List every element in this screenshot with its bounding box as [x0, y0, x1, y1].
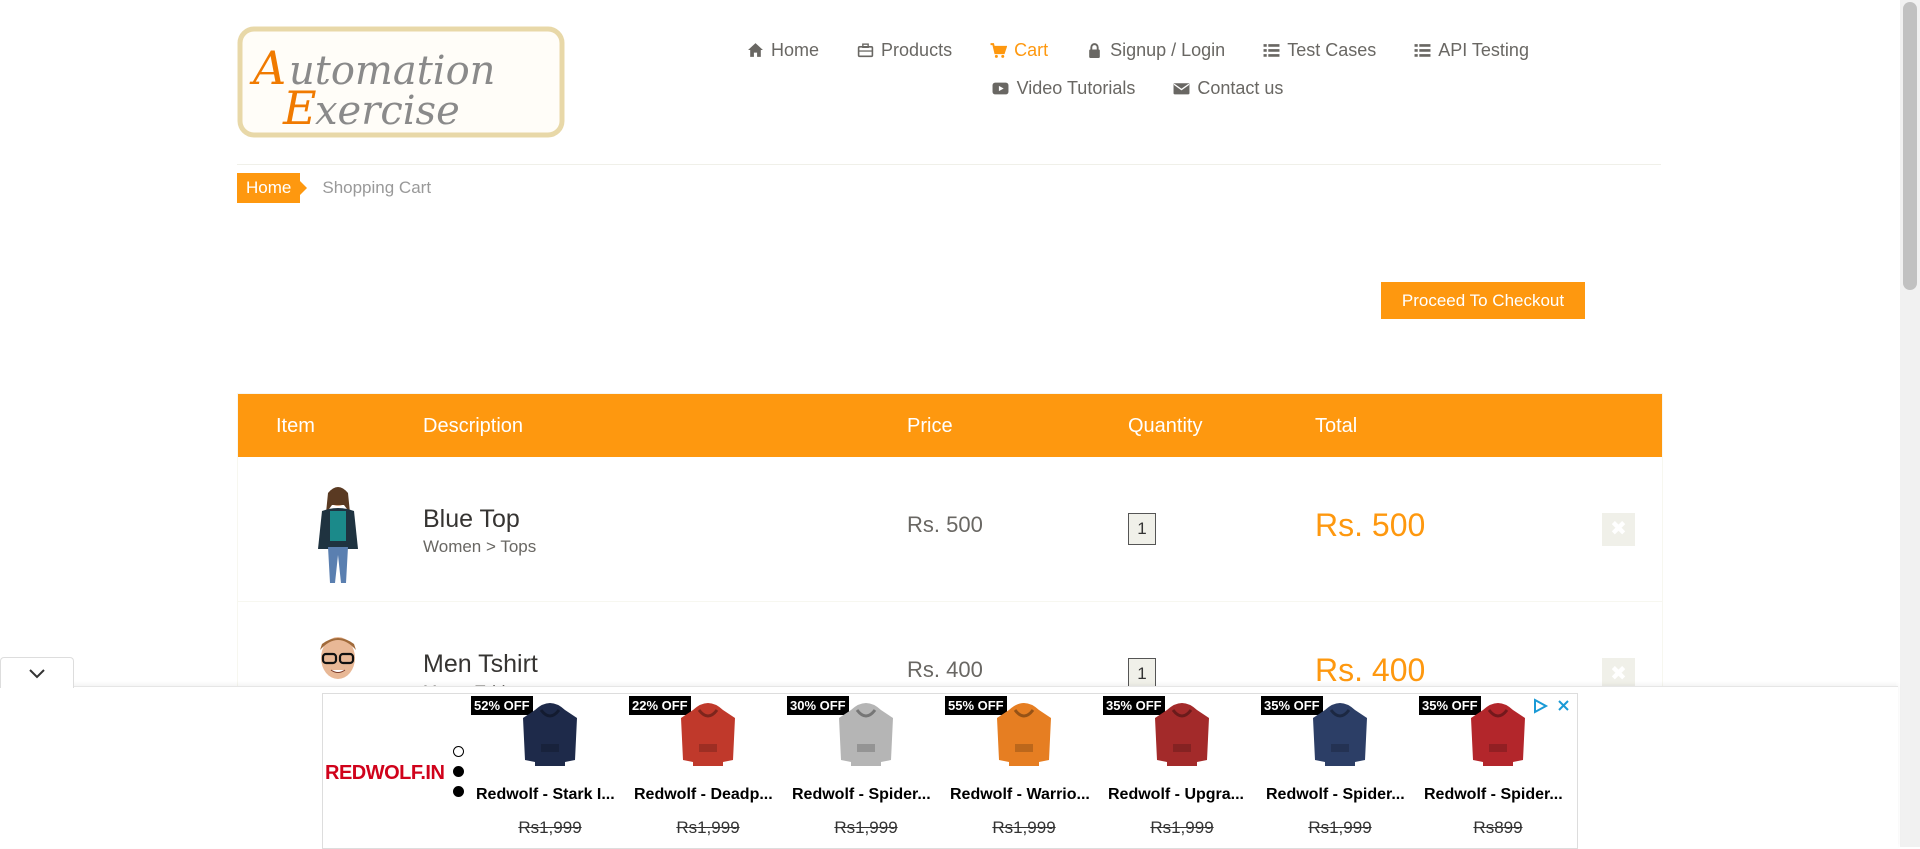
nav-home[interactable]: Home	[745, 38, 819, 62]
header-item: Item	[276, 415, 315, 437]
svg-text:E: E	[282, 81, 317, 135]
product-price: Rs. 400	[907, 657, 983, 682]
ad-product-price: Rs1,999	[1150, 818, 1214, 837]
nav-test-cases-label: Test Cases	[1287, 39, 1377, 60]
ad-product-price: Rs1,999	[676, 818, 740, 837]
ad-product-card[interactable]: 52% OFF Redwolf - Stark I... Rs1,999	[471, 694, 629, 848]
ad-product-card[interactable]: 55% OFF Redwolf - Warrio... Rs1,999	[945, 694, 1103, 848]
breadcrumb: Home Shopping Cart	[237, 173, 431, 203]
ad-carousel-dots	[453, 746, 465, 806]
carousel-dot[interactable]	[453, 766, 464, 777]
ad-product-card[interactable]: 35% OFF Redwolf - Upgra... Rs1,999	[1103, 694, 1261, 848]
ad-product-card[interactable]: 22% OFF Redwolf - Deadp... Rs1,999	[629, 694, 787, 848]
product-thumbnail	[1313, 703, 1367, 766]
ad-product-card[interactable]: 30% OFF Redwolf - Spider... Rs1,999	[787, 694, 945, 848]
header-price: Price	[907, 415, 953, 437]
product-name[interactable]: Men Tshirt	[423, 650, 538, 679]
nav-test-cases[interactable]: Test Cases	[1261, 38, 1376, 62]
carousel-dot[interactable]	[453, 786, 464, 797]
nav-home-label: Home	[771, 39, 820, 60]
close-icon: ✖	[1610, 518, 1627, 540]
briefcase-icon	[855, 42, 875, 58]
product-thumbnail	[1471, 703, 1525, 766]
home-icon	[745, 42, 765, 58]
adchoices-icon	[1534, 698, 1549, 714]
nav-cart[interactable]: Cart	[988, 38, 1048, 62]
delete-item-button[interactable]: ✖	[1602, 513, 1635, 546]
ad-product-title[interactable]: Redwolf - Warrio...	[950, 786, 1100, 804]
breadcrumb-current: Shopping Cart	[322, 178, 432, 197]
header-quantity: Quantity	[1128, 415, 1203, 437]
header-description: Description	[423, 415, 524, 437]
nav-contact-us[interactable]: Contact us	[1171, 76, 1283, 100]
breadcrumb-home[interactable]: Home	[237, 173, 308, 203]
product-thumbnail	[523, 703, 577, 766]
scrollbar-thumb[interactable]	[1903, 2, 1917, 290]
ad-product-card[interactable]: 35% OFF Redwolf - Spider... Rs899	[1419, 694, 1577, 848]
product-name[interactable]: Blue Top	[423, 505, 520, 534]
advertisement[interactable]: REDWOLF.IN 52% OFF Redwolf - Stark I... Rs…	[322, 693, 1578, 849]
header-total: Total	[1315, 415, 1358, 437]
ad-product-title[interactable]: Redwolf - Spider...	[792, 786, 942, 804]
svg-text:A: A	[249, 41, 286, 95]
nav-signup-label: Signup / Login	[1110, 39, 1226, 60]
lock-icon	[1084, 42, 1104, 58]
nav-api-testing-label: API Testing	[1438, 39, 1529, 60]
ad-products: 52% OFF Redwolf - Stark I... Rs1,999 22% OF…	[471, 694, 1577, 848]
ad-brand-logo[interactable]: REDWOLF.IN	[325, 762, 445, 785]
product-thumbnail	[1155, 703, 1209, 766]
ad-product-title[interactable]: Redwolf - Upgra...	[1108, 786, 1258, 804]
table-row: Blue Top Women > Tops Rs. 500 1 Rs. 500 …	[238, 457, 1662, 602]
cart-icon	[988, 42, 1008, 58]
product-total: Rs. 500	[1315, 507, 1426, 543]
ad-product-price: Rs1,999	[834, 818, 898, 837]
nav-video-label: Video Tutorials	[1016, 77, 1136, 98]
envelope-icon	[1171, 80, 1191, 96]
ad-product-price: Rs899	[1473, 818, 1523, 837]
close-icon: ✖	[1610, 663, 1627, 685]
nav-cart-label: Cart	[1014, 39, 1049, 60]
ad-product-title[interactable]: Redwolf - Stark I...	[476, 786, 626, 804]
main-nav: Home Products Cart Signup / Login Test C…	[727, 38, 1547, 100]
product-total: Rs. 400	[1315, 652, 1426, 688]
svg-text:xercise: xercise	[315, 88, 460, 134]
close-icon	[1558, 700, 1569, 711]
page-scrollbar[interactable]	[1900, 0, 1920, 847]
nav-contact-label: Contact us	[1197, 77, 1284, 98]
ad-product-title[interactable]: Redwolf - Spider...	[1266, 786, 1416, 804]
nav-signup-login[interactable]: Signup / Login	[1084, 38, 1225, 62]
proceed-to-checkout-button[interactable]: Proceed To Checkout	[1381, 282, 1585, 319]
ad-choices[interactable]	[1533, 698, 1573, 714]
nav-products-label: Products	[881, 39, 953, 60]
product-image[interactable]	[298, 483, 378, 585]
site-logo[interactable]: A utomation E xercise	[237, 26, 565, 138]
table-header: Item Description Price Quantity Total	[238, 394, 1662, 457]
ad-product-title[interactable]: Redwolf - Deadp...	[634, 786, 784, 804]
ad-product-price: Rs1,999	[518, 818, 582, 837]
nav-video-tutorials[interactable]: Video Tutorials	[991, 76, 1136, 100]
ad-product-title[interactable]: Redwolf - Spider...	[1424, 786, 1574, 804]
product-quantity: 1	[1128, 513, 1156, 545]
youtube-icon	[991, 80, 1011, 96]
carousel-dot[interactable]	[453, 746, 464, 757]
ad-product-card[interactable]: 35% OFF Redwolf - Spider... Rs1,999	[1261, 694, 1419, 848]
nav-products[interactable]: Products	[855, 38, 952, 62]
product-thumbnail	[997, 703, 1051, 766]
ad-product-price: Rs1,999	[992, 818, 1056, 837]
chevron-down-icon	[29, 669, 45, 679]
ad-product-price: Rs1,999	[1308, 818, 1372, 837]
product-thumbnail	[839, 703, 893, 766]
product-category: Women > Tops	[423, 537, 537, 556]
nav-api-testing[interactable]: API Testing	[1412, 38, 1529, 62]
list-icon	[1261, 42, 1281, 58]
list-icon	[1412, 42, 1432, 58]
product-thumbnail	[681, 703, 735, 766]
product-price: Rs. 500	[907, 512, 983, 537]
ad-collapse-toggle[interactable]	[0, 657, 74, 688]
header-divider	[237, 164, 1661, 165]
